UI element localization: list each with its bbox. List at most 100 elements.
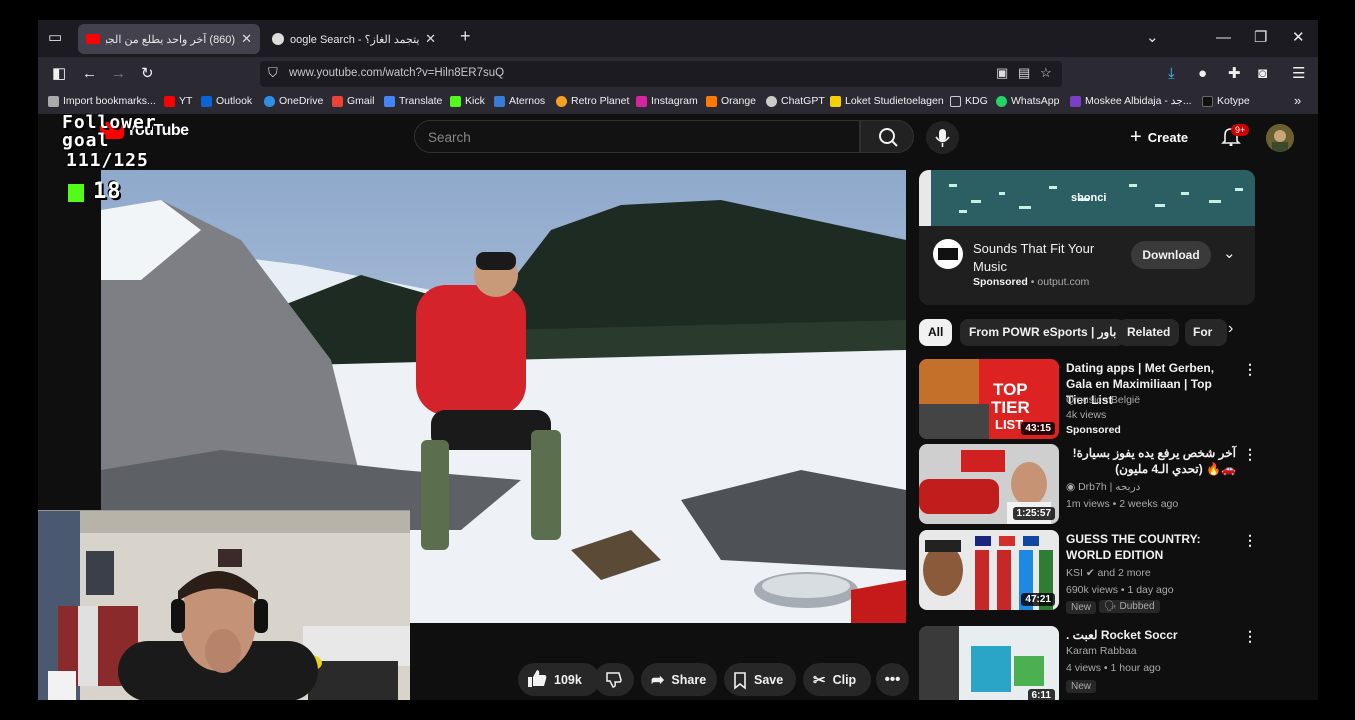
forward-icon[interactable]: → (111, 64, 126, 84)
tab-title: (860) آخر واحد يطلع من الجبل ال (106, 33, 236, 46)
whatsapp-icon (996, 95, 1007, 107)
tab-google[interactable]: oogle Search - هل يتجمد الغاز؟ ✕ (264, 24, 444, 54)
video-meta: 4k views (1066, 409, 1107, 421)
list-item[interactable]: TOP TIER LIST 43:15 Dating apps | Met Gerb… (919, 359, 1259, 441)
more-vert-icon[interactable]: ⋮ (1243, 446, 1257, 463)
reader-icon[interactable]: ▤ (1018, 65, 1030, 81)
bookmark-kick[interactable]: Kick (450, 95, 485, 107)
like-count: 109k (554, 672, 582, 687)
video-thumbnail[interactable]: 1:25:57 (919, 444, 1059, 524)
chip-related[interactable]: Related (1118, 319, 1180, 346)
more-bookmarks-icon[interactable]: » (1294, 93, 1301, 108)
dislike-button[interactable] (594, 663, 634, 696)
bookmark-star-icon[interactable]: ☆ (1040, 65, 1052, 81)
list-item[interactable]: 1:25:57 آخر شخص يرفع يده يفوز بسيارة! 🚗🔥… (919, 444, 1259, 526)
extensions-icon[interactable]: ✚ (1228, 64, 1241, 84)
video-title[interactable]: Rocket Soccr لعبت . (1066, 627, 1236, 643)
bookmark-chatgpt[interactable]: ChatGPT (766, 95, 825, 107)
bookmark-translate[interactable]: Translate (384, 95, 442, 107)
chip-all[interactable]: All (919, 319, 953, 346)
clip-button[interactable]: ✂ Clip (803, 663, 871, 696)
more-actions-button[interactable]: ••• (876, 663, 909, 696)
bookmark-label: Retro Planet (571, 95, 630, 107)
ad-title[interactable]: Sounds That Fit Your Music (973, 240, 1123, 276)
bookmark-instagram[interactable]: Instagram (636, 95, 698, 107)
video-meta: 4 views • 1 hour ago (1066, 662, 1161, 674)
bookmark-retro-planet[interactable]: Retro Planet (556, 95, 629, 107)
video-thumbnail[interactable]: 6:11 (919, 626, 1059, 700)
ad-card[interactable]: shonci Sounds That Fit Your Music Sponso… (919, 170, 1255, 305)
close-window-icon[interactable]: ✕ (1292, 29, 1305, 47)
tab-bar: ▭ (860) آخر واحد يطلع من الجبل ال ✕ oogl… (38, 20, 1318, 57)
voice-search-button[interactable] (926, 121, 959, 154)
channel-name[interactable]: Karam Rabbaa (1066, 645, 1137, 657)
onedrive-icon (264, 95, 275, 107)
bookmark-orange[interactable]: Orange (706, 95, 756, 107)
bookmark-loket[interactable]: Loket Studietoelagen (830, 95, 944, 107)
bookmark-label: ChatGPT (781, 95, 825, 107)
outlook-icon (201, 95, 212, 107)
minimize-icon[interactable]: — (1216, 29, 1231, 47)
like-button[interactable]: 109k (518, 663, 600, 696)
kotype-icon (1202, 95, 1213, 107)
folder-icon (950, 95, 961, 107)
back-icon[interactable]: ← (82, 64, 97, 84)
share-button[interactable]: ➦ Share (641, 663, 717, 696)
chips-next-arrow-icon[interactable]: › (1228, 320, 1233, 338)
chip-for-you[interactable]: For (1185, 319, 1227, 346)
close-tab-icon[interactable]: ✕ (241, 31, 252, 47)
svg-text:TIER: TIER (991, 398, 1030, 417)
bookmark-yt[interactable]: YT (164, 95, 192, 107)
list-item[interactable]: 47:21 GUESS THE COUNTRY: WORLD EDITION K… (919, 530, 1259, 614)
bookmark-kdg[interactable]: KDG (950, 95, 988, 107)
reload-icon[interactable]: ↻ (141, 64, 154, 84)
tab-youtube[interactable]: (860) آخر واحد يطلع من الجبل ال ✕ (78, 24, 260, 54)
bookmark-kotype[interactable]: Kotype (1202, 95, 1250, 107)
channel-name[interactable]: Qmusic - België (1066, 394, 1140, 406)
chatgpt-icon (766, 95, 777, 107)
scissors-icon: ✂ (813, 671, 826, 689)
video-title[interactable]: GUESS THE COUNTRY: WORLD EDITION (1066, 531, 1236, 563)
video-title[interactable]: آخر شخص يرفع يده يفوز بسيارة! 🚗🔥 (تحدي ا… (1066, 445, 1236, 477)
bookmark-whatsapp[interactable]: WhatsApp (996, 95, 1059, 107)
bookmark-onedrive[interactable]: OneDrive (264, 95, 323, 107)
url-text[interactable]: www.youtube.com/watch?v=Hiln8ER7suQ (289, 67, 504, 79)
ad-download-button[interactable]: Download (1131, 241, 1211, 269)
restore-icon[interactable]: ❐ (1254, 29, 1267, 47)
tab-overview-icon[interactable]: ▭ (48, 29, 62, 47)
site-info-icon[interactable]: ⛉ (268, 65, 278, 81)
search-input[interactable]: Search (414, 120, 860, 153)
menu-icon[interactable]: ☰ (1292, 64, 1305, 84)
account-icon[interactable]: ● (1198, 64, 1207, 84)
chip-from-channel[interactable]: From POWR eSports | باور (960, 319, 1126, 346)
screenshot-icon[interactable]: ◙ (1258, 64, 1267, 84)
tab-list-chevron-icon[interactable]: ⌄ (1146, 29, 1159, 47)
more-vert-icon[interactable]: ⋮ (1243, 628, 1257, 645)
more-vert-icon[interactable]: ⋮ (1243, 361, 1257, 378)
bookmark-import[interactable]: Import bookmarks... (48, 95, 156, 107)
bookmark-aternos[interactable]: Aternos (494, 95, 545, 107)
downloads-icon[interactable]: ⤓ (1168, 64, 1175, 84)
channel-name[interactable]: KSI ✔ and 2 more (1066, 567, 1151, 579)
bookmark-outlook[interactable]: Outlook (201, 95, 252, 107)
save-button[interactable]: Save (724, 663, 796, 696)
search-button[interactable] (860, 120, 914, 153)
bookmark-gmail[interactable]: Gmail (332, 95, 374, 107)
video-thumbnail[interactable]: 47:21 (919, 530, 1059, 610)
bookmark-moskee[interactable]: Moskee Albidaja - جد... (1070, 95, 1192, 107)
video-thumbnail[interactable]: TOP TIER LIST 43:15 (919, 359, 1059, 439)
loket-icon (830, 95, 841, 107)
channel-name[interactable]: ◉ Drb7h | دربحه (1066, 481, 1140, 493)
orange-icon (706, 95, 717, 107)
pip-icon[interactable]: ▣ (996, 65, 1008, 81)
url-bar[interactable]: ⛉ www.youtube.com/watch?v=Hiln8ER7suQ ▣ … (260, 61, 1062, 87)
ad-expand-chevron-icon[interactable]: ⌄ (1223, 244, 1236, 262)
close-tab-icon[interactable]: ✕ (425, 31, 436, 47)
avatar[interactable] (1266, 124, 1294, 152)
new-tab-icon[interactable]: + (460, 27, 471, 45)
more-vert-icon[interactable]: ⋮ (1243, 532, 1257, 549)
create-button[interactable]: + Create (1130, 126, 1188, 149)
thumbs-up-icon (528, 670, 547, 687)
list-item[interactable]: 6:11 Rocket Soccr لعبت . Karam Rabbaa 4 … (919, 626, 1259, 700)
sidebar-icon[interactable]: ◧ (52, 64, 66, 84)
